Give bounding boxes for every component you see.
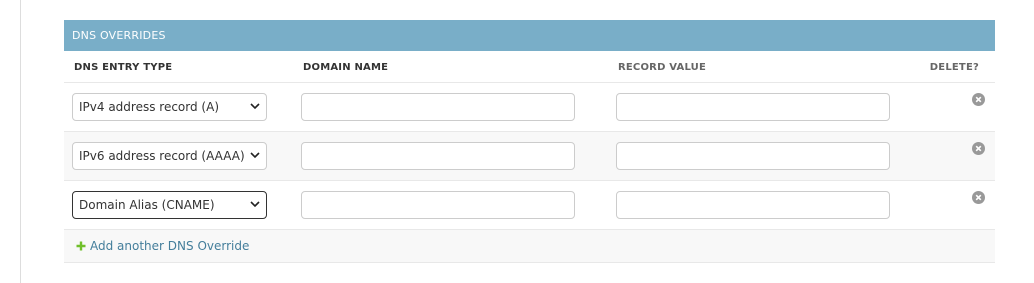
domain-name-input[interactable]: [301, 191, 575, 219]
table-row: IPv6 address record (AAAA): [64, 132, 995, 181]
dns-type-select[interactable]: Domain Alias (CNAME): [72, 191, 267, 219]
dns-type-select[interactable]: IPv6 address record (AAAA): [72, 142, 267, 170]
record-value-input[interactable]: [616, 93, 890, 121]
column-header-delete: DELETE?: [929, 62, 979, 73]
table-row: Domain Alias (CNAME): [64, 181, 995, 230]
dns-type-selected-value: IPv4 address record (A): [79, 100, 220, 114]
table-row: IPv4 address record (A): [64, 83, 995, 132]
dns-type-selected-value: IPv6 address record (AAAA): [79, 149, 245, 163]
column-header-type: DNS ENTRY TYPE: [74, 62, 173, 73]
delete-icon[interactable]: [972, 191, 985, 204]
delete-icon[interactable]: [972, 93, 985, 106]
add-row-container: Add another DNS Override: [64, 230, 995, 263]
chevron-down-icon: [250, 152, 260, 159]
add-dns-override-link[interactable]: Add another DNS Override: [90, 239, 249, 253]
page-left-border: [20, 0, 21, 283]
column-header-domain: DOMAIN NAME: [303, 62, 389, 73]
dns-type-selected-value: Domain Alias (CNAME): [79, 198, 215, 212]
delete-icon[interactable]: [972, 142, 985, 155]
module-title: DNS OVERRIDES: [64, 20, 995, 51]
record-value-input[interactable]: [616, 142, 890, 170]
plus-icon[interactable]: [76, 241, 86, 251]
table-header: DNS ENTRY TYPE DOMAIN NAME RECORD VALUE …: [64, 51, 995, 83]
chevron-down-icon: [250, 201, 260, 208]
record-value-input[interactable]: [616, 191, 890, 219]
domain-name-input[interactable]: [301, 93, 575, 121]
column-header-value: RECORD VALUE: [618, 62, 707, 73]
dns-type-select[interactable]: IPv4 address record (A): [72, 93, 267, 121]
chevron-down-icon: [250, 103, 260, 110]
domain-name-input[interactable]: [301, 142, 575, 170]
dns-overrides-inline: DNS OVERRIDES DNS ENTRY TYPE DOMAIN NAME…: [64, 20, 995, 263]
